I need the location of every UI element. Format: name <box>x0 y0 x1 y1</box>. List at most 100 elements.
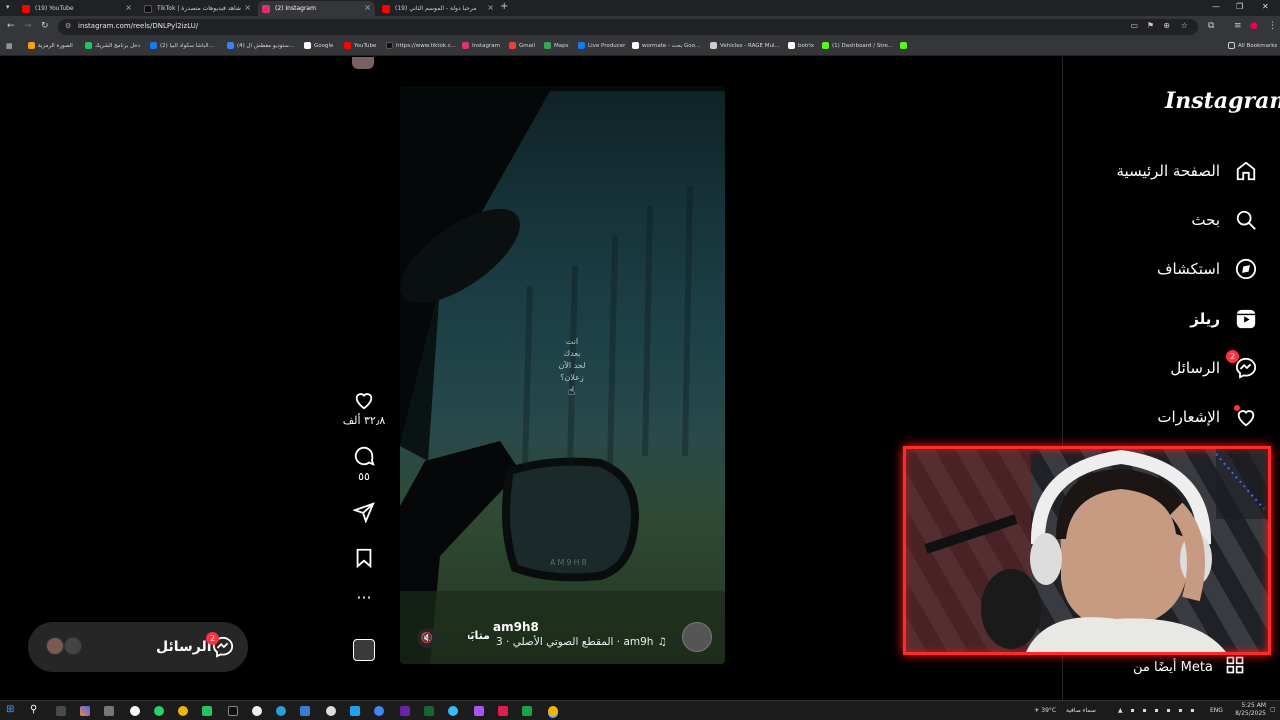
bookmark-item[interactable]: دخل برنامج الشريك <box>85 42 140 49</box>
bookmark-label: (2) الباشا سكواد البيا... <box>160 42 214 49</box>
bookmark-item[interactable]: Gmail <box>509 42 535 49</box>
app-icon[interactable] <box>80 706 90 716</box>
app-icon[interactable] <box>498 706 508 716</box>
cast-icon[interactable]: ▭ <box>1130 21 1138 30</box>
mute-toggle[interactable]: 🔇 <box>417 628 437 648</box>
reel-author-avatar[interactable] <box>682 622 712 652</box>
close-icon[interactable]: × <box>125 3 132 12</box>
nav-home[interactable]: الصفحة الرئيسية <box>1117 159 1259 183</box>
follow-button[interactable]: متابَعة <box>468 629 490 642</box>
app-icon[interactable] <box>424 706 434 716</box>
bookmark-item[interactable]: wormate - بحث Goo... <box>632 42 700 49</box>
translate-icon[interactable]: ⚑ <box>1147 21 1154 30</box>
address-bar[interactable]: ⚙ instagram.com/reels/DNLPyl2izLU/ ▭ ⚑ ⊕… <box>58 19 1198 35</box>
browser-tab[interactable]: (19) YouTube × <box>18 1 136 16</box>
all-bookmarks[interactable]: All Bookmarks <box>1228 42 1277 49</box>
nav-search[interactable]: بحث <box>1191 208 1258 232</box>
close-icon[interactable]: × <box>364 3 371 12</box>
language-indicator[interactable]: ENG <box>1210 707 1223 714</box>
bookmark-item[interactable]: (4) ستوديو مقطش ال... <box>227 42 294 49</box>
share-button[interactable] <box>350 501 378 527</box>
reel-username[interactable]: am9h8 <box>493 620 539 634</box>
bookmark-item[interactable]: Live Producer <box>578 42 625 49</box>
audio-thumbnail[interactable] <box>353 639 375 661</box>
whatsapp-icon[interactable] <box>154 706 164 716</box>
notifications-icon[interactable]: ▢ <box>1270 706 1276 713</box>
extensions-icon[interactable]: ⧉ <box>1208 21 1214 31</box>
app-icon[interactable] <box>350 706 360 716</box>
bookmark-label: Google <box>314 42 334 49</box>
taskbar-search-icon[interactable]: ⚲ <box>30 704 37 715</box>
app-icon[interactable] <box>202 706 212 716</box>
app-icon[interactable] <box>130 706 140 716</box>
nav-notifications[interactable]: الإشعارات <box>1157 405 1258 429</box>
new-tab-plus-icon[interactable]: + <box>500 1 508 12</box>
bookmark-item[interactable]: Maps <box>544 42 568 49</box>
obs-icon[interactable] <box>326 706 336 716</box>
weather-widget[interactable]: ☀ 39°C <box>1034 707 1056 714</box>
close-icon[interactable]: × <box>487 3 494 12</box>
telegram-icon[interactable] <box>276 706 286 716</box>
bookmark-item[interactable]: (2) الباشا سكواد البيا... <box>150 42 214 49</box>
weather-temp: 39°C <box>1041 707 1057 714</box>
app-icon[interactable] <box>522 706 532 716</box>
zoom-icon[interactable]: ⊕ <box>1163 21 1170 30</box>
app-icon[interactable] <box>400 706 410 716</box>
sidebar-icon[interactable]: ≡ <box>1234 21 1242 31</box>
site-info-icon[interactable]: ⚙ <box>65 22 71 30</box>
minimize-icon[interactable]: — <box>1212 2 1220 11</box>
clock[interactable]: 5:25 AM 8/25/2025 <box>1230 702 1266 718</box>
app-icon[interactable] <box>474 706 484 716</box>
more-button[interactable]: ··· <box>350 590 378 606</box>
caption-line: زعلان؟ <box>560 373 584 382</box>
apps-grid-icon[interactable]: ▦ <box>6 42 13 50</box>
task-view-icon[interactable] <box>56 706 66 716</box>
menu-icon[interactable]: ⋮ <box>1268 21 1277 31</box>
also-from-meta[interactable]: أيضًا من Meta <box>1133 655 1245 679</box>
profile-icon[interactable]: ● <box>1250 21 1258 31</box>
save-button[interactable] <box>350 547 378 573</box>
chrome-active-icon[interactable] <box>548 706 558 716</box>
browser-tab-active[interactable]: (2) Instagram × <box>258 1 375 16</box>
like-button[interactable] <box>350 389 378 415</box>
bookmark-item[interactable]: Google <box>304 42 333 49</box>
bookmark-item[interactable]: Instagram <box>462 42 500 49</box>
app-icon[interactable] <box>300 706 310 716</box>
app-icon[interactable] <box>374 706 384 716</box>
app-icon[interactable] <box>448 706 458 716</box>
nav-explore[interactable]: استكشاف <box>1157 257 1258 281</box>
chrome-icon[interactable] <box>178 706 188 716</box>
maximize-icon[interactable]: ❐ <box>1236 2 1243 11</box>
prev-reel-avatar[interactable] <box>352 57 374 69</box>
comment-button[interactable] <box>350 445 378 471</box>
bookmark-star-icon[interactable]: ☆ <box>1181 21 1188 30</box>
bookmark-item[interactable]: https://www.tiktok.c... <box>386 42 456 49</box>
bookmark-item[interactable]: YouTube <box>344 42 376 49</box>
bookmark-item[interactable]: botrix <box>788 42 814 49</box>
browser-tab[interactable]: (19) مرحبا دولة - الموسم الثاني × <box>378 1 498 16</box>
reel-video[interactable]: انت بعدك لحد الآن زعلان؟ AM9H8 <box>400 86 725 664</box>
tray-icons[interactable]: ▲ ▪ ▪ ▪ ▪ ▪ ▪ <box>1118 707 1197 714</box>
bookmark-item[interactable]: الصورة الرمزية <box>28 42 73 49</box>
browser-tab-bar: ▾ (19) YouTube × TikTok | شاهد فيديوهات … <box>0 0 1280 16</box>
forward-icon[interactable]: → <box>24 21 32 31</box>
reload-icon[interactable]: ↻ <box>41 21 49 31</box>
close-icon[interactable]: × <box>244 3 251 12</box>
nav-messages[interactable]: الرسائل 2 <box>1170 350 1258 380</box>
reel-audio[interactable]: am9h · المقطع الصوتي الأصلي · 3 ♫ <box>496 636 667 648</box>
nav-reels[interactable]: ريلز <box>1190 307 1258 331</box>
clock-time: 5:25 AM <box>1241 702 1266 709</box>
bookmark-item[interactable]: Vehicles - RAGE Mul... <box>710 42 780 49</box>
app-icon[interactable] <box>252 706 262 716</box>
bookmark-item[interactable]: (1) Dashboard / Stre... <box>822 42 893 49</box>
bookmark-item[interactable] <box>900 42 910 49</box>
app-icon[interactable] <box>104 706 114 716</box>
app-icon[interactable] <box>228 706 238 716</box>
tab-search-icon[interactable]: ▾ <box>6 3 10 11</box>
messages-pill[interactable]: الرسائل 2 <box>28 622 248 672</box>
back-icon[interactable]: ← <box>7 21 15 31</box>
instagram-logo[interactable]: Instagram <box>1165 88 1280 114</box>
window-close-icon[interactable]: ✕ <box>1262 2 1269 11</box>
browser-tab[interactable]: TikTok | شاهد فيديوهات متصدرة × <box>140 1 255 16</box>
windows-start-icon[interactable]: ⊞ <box>6 704 14 715</box>
